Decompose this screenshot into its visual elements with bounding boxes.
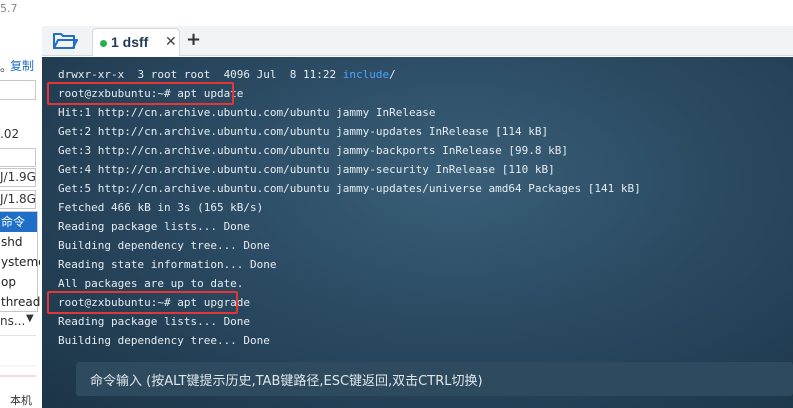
process-list: 命令 shd ystemd op threadd bbox=[0, 211, 40, 312]
tab-bar: 1 dsff ✕ + bbox=[42, 26, 793, 56]
command-input-hint: 命令输入 (按ALT键提示历史,TAB键路径,ESC键返回,双击CTRL切换) bbox=[90, 374, 483, 389]
network-graph-icon bbox=[0, 365, 36, 377]
command-input-bar[interactable]: 命令输入 (按ALT键提示历史,TAB键路径,ESC键返回,双击CTRL切换) bbox=[76, 362, 793, 396]
memory-field: J/1.9G bbox=[0, 168, 36, 187]
terminal-line: Get:2 http://cn.archive.ubuntu.com/ubunt… bbox=[58, 125, 549, 138]
terminal-line: Get:3 http://cn.archive.ubuntu.com/ubunt… bbox=[58, 144, 568, 157]
footer-label: 本机 bbox=[10, 394, 32, 407]
terminal-line: Get:5 http://cn.archive.ubuntu.com/ubunt… bbox=[58, 182, 641, 195]
highlight-box-apt-upgrade bbox=[47, 291, 238, 314]
network-graph bbox=[0, 335, 36, 387]
folder-icon[interactable] bbox=[52, 30, 78, 52]
highlight-box-apt-update bbox=[47, 82, 234, 105]
process-item-top[interactable]: op bbox=[0, 272, 37, 292]
directory-name: include bbox=[342, 68, 390, 81]
dropdown-label[interactable]: ns... bbox=[0, 314, 25, 328]
terminal-line: Building dependency tree... Done bbox=[58, 239, 270, 252]
add-tab-button[interactable]: + bbox=[186, 29, 201, 50]
left-side-panel: 5.7 。 复制 .02 J/1.9G J/1.8G 命令 shd ystemd… bbox=[0, 0, 40, 408]
tab-dsff[interactable]: 1 dsff ✕ bbox=[92, 28, 180, 56]
dropdown-arrow-icon[interactable]: ▼ bbox=[26, 313, 34, 324]
terminal-line: Reading package lists... Done bbox=[58, 220, 251, 233]
swap-field: J/1.8G bbox=[0, 190, 36, 209]
terminal-line: Fetched 466 kB in 3s (165 kB/s) bbox=[58, 201, 264, 214]
process-item-systemd[interactable]: ystemd bbox=[0, 252, 40, 272]
close-icon[interactable]: ✕ bbox=[165, 34, 177, 50]
load-value: .02 bbox=[0, 127, 20, 141]
cpu-field bbox=[0, 148, 36, 167]
tab-label: 1 dsff bbox=[111, 34, 149, 50]
copy-link[interactable]: 复制 bbox=[10, 57, 34, 74]
process-item-thread[interactable]: threadd bbox=[0, 292, 40, 312]
terminal-line: Building dependency tree... Done bbox=[58, 334, 270, 347]
process-item-sshd[interactable]: shd bbox=[0, 232, 37, 252]
process-item-command[interactable]: 命令 bbox=[0, 212, 37, 232]
terminal-line: Reading package lists... Done bbox=[58, 315, 251, 328]
version-text: 5.7 bbox=[0, 2, 18, 15]
terminal-line: Get:4 http://cn.archive.ubuntu.com/ubunt… bbox=[58, 163, 555, 176]
terminal-line: Reading state information... Done bbox=[58, 258, 277, 271]
terminal-line: Hit:1 http://cn.archive.ubuntu.com/ubunt… bbox=[58, 106, 436, 119]
connection-status-icon bbox=[100, 40, 107, 47]
ip-field[interactable] bbox=[0, 80, 36, 100]
terminal-output[interactable]: drwxr-xr-x 3 root root 4096 Jul 8 11:22 … bbox=[42, 57, 793, 408]
